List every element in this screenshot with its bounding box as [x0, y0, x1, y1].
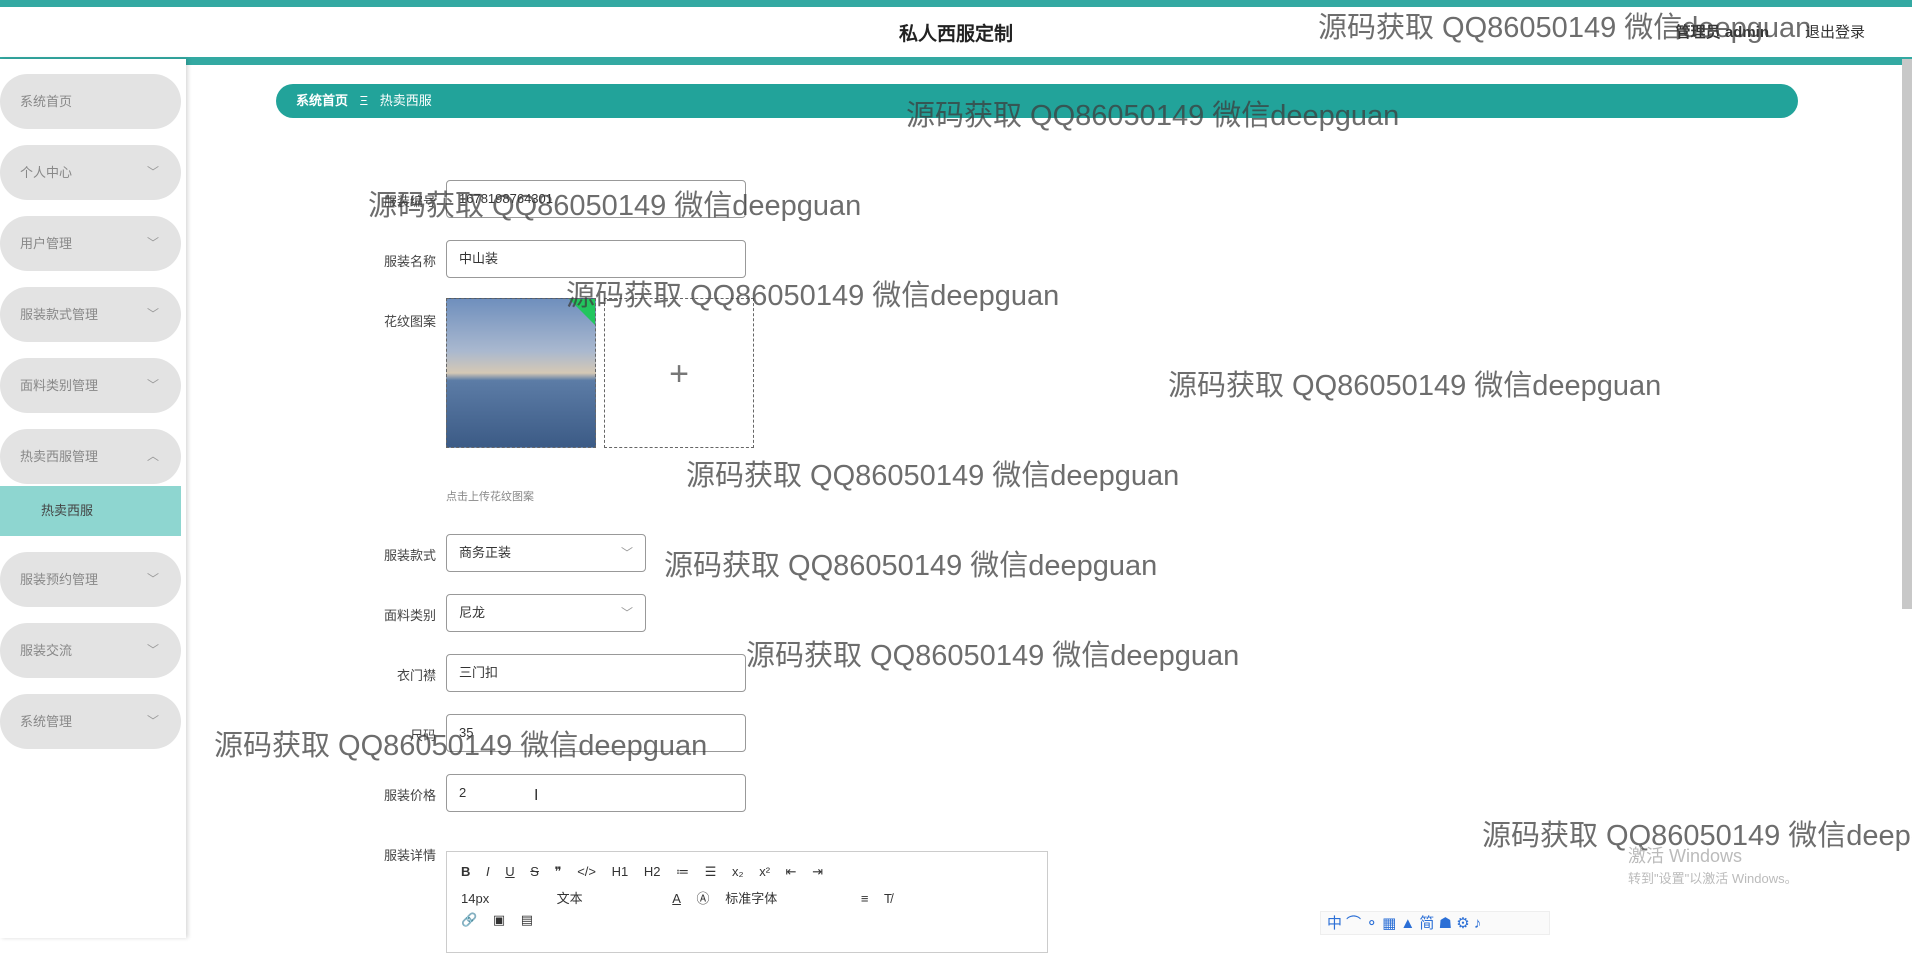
sidebar-item-fabric-management[interactable]: 面料类别管理 ﹀: [0, 358, 181, 413]
h1-icon[interactable]: H1: [612, 864, 629, 879]
admin-label: 管理员 admin: [1675, 24, 1769, 41]
name-label: 服装名称: [383, 254, 436, 269]
breadcrumb-separator-icon: Ξ: [359, 93, 369, 108]
h2-icon[interactable]: H2: [644, 864, 661, 879]
indent-icon[interactable]: ⇥: [812, 864, 823, 880]
underline-icon[interactable]: U: [505, 864, 514, 879]
size-label: 尺码: [409, 728, 436, 743]
sidebar-item-personal-center[interactable]: 个人中心 ﹀: [0, 145, 181, 200]
video-icon[interactable]: ▤: [521, 912, 533, 928]
background-color-icon[interactable]: Ⓐ: [697, 888, 710, 907]
breadcrumb: 系统首页 Ξ 热卖西服: [276, 84, 1798, 118]
bold-icon[interactable]: B: [461, 864, 470, 879]
fabric-select-value: 尼龙: [459, 605, 486, 620]
editor-toolbar-row1: B I U S ❞ </> H1 H2 ≔ ☰ x₂ x² ⇤ ⇥: [461, 864, 835, 880]
details-label: 服装详情: [383, 848, 436, 863]
sidebar-item-style-management[interactable]: 服装款式管理 ﹀: [0, 287, 181, 342]
chevron-down-icon: ﹀: [146, 378, 159, 392]
bullet-list-icon[interactable]: ☰: [705, 864, 717, 880]
sidebar-item-label: 系统首页: [20, 94, 73, 109]
upload-add-button[interactable]: +: [604, 298, 754, 448]
strike-icon[interactable]: S: [530, 864, 539, 879]
image-icon[interactable]: ▣: [493, 912, 505, 928]
sidebar-item-user-management[interactable]: 用户管理 ﹀: [0, 216, 181, 271]
superscript-icon[interactable]: x²: [759, 864, 770, 879]
text-cursor-icon: I: [534, 787, 539, 804]
sidebar-item-label: 个人中心: [20, 165, 73, 180]
scrollbar[interactable]: [1902, 59, 1912, 609]
chevron-down-icon: ﹀: [146, 165, 159, 179]
watermark-text: 源码获取 QQ86050149 微信deepguan: [1168, 370, 1662, 402]
watermark-text: 源码获取 QQ86050149 微信deepguan: [664, 550, 1158, 582]
top-accent-bar: [0, 0, 1912, 7]
sidebar-item-system-management[interactable]: 系统管理 ﹀: [0, 694, 181, 749]
breadcrumb-home[interactable]: 系统首页: [296, 93, 348, 108]
sidebar-item-label: 热卖西服管理: [20, 449, 99, 464]
sidebar-subitem-hot-suits[interactable]: 热卖西服: [0, 486, 181, 536]
chevron-down-icon: ﹀: [620, 606, 633, 620]
clear-format-icon[interactable]: T̸: [884, 891, 892, 906]
price-label: 服装价格: [383, 788, 436, 803]
sidebar-item-label: 服装交流: [20, 643, 73, 658]
sidebar-item-label: 系统管理: [20, 714, 73, 729]
windows-activation-subtitle: 转到"设置"以激活 Windows。: [1628, 871, 1798, 886]
editor-toolbar-row3: 🔗 ▣ ▤: [461, 912, 545, 928]
chevron-down-icon: ﹀: [146, 643, 159, 657]
chevron-down-icon: ﹀: [146, 572, 159, 586]
pattern-image[interactable]: [446, 298, 596, 448]
ordered-list-icon[interactable]: ≔: [676, 864, 689, 880]
placket-field[interactable]: 三门扣: [446, 654, 746, 692]
code-field[interactable]: 1678198764301: [446, 180, 746, 218]
quote-icon[interactable]: ❞: [555, 864, 562, 880]
logout-button[interactable]: 退出登录: [1805, 21, 1865, 42]
sidebar-item-label: 服装款式管理: [20, 307, 99, 322]
font-color-icon[interactable]: A: [672, 891, 681, 906]
upload-hint: 点击上传花纹图案: [446, 491, 534, 503]
sidebar-item-home[interactable]: 系统首页: [0, 74, 181, 129]
success-corner-icon: [568, 299, 595, 326]
header: 私人西服定制 管理员 admin 退出登录: [0, 7, 1912, 65]
sidebar-item-reservation-management[interactable]: 服装预约管理 ﹀: [0, 552, 181, 607]
price-field[interactable]: 2: [446, 774, 746, 812]
chevron-down-icon: ﹀: [146, 714, 159, 728]
windows-activation-title: 激活 Windows: [1628, 846, 1743, 866]
chevron-down-icon: ﹀: [146, 307, 159, 321]
sidebar-item-label: 服装预约管理: [20, 572, 99, 587]
align-icon[interactable]: ≡: [861, 891, 869, 906]
fabric-label: 面料类别: [383, 608, 436, 623]
app-title: 私人西服定制: [898, 24, 1013, 45]
name-field[interactable]: 中山装: [446, 240, 746, 278]
sidebar: 系统首页 个人中心 ﹀ 用户管理 ﹀ 服装款式管理 ﹀ 面料类别管理 ﹀ 热卖西服管理 ︿…: [0, 59, 186, 938]
style-select[interactable]: 商务正装 ﹀: [446, 534, 646, 572]
style-label: 服装款式: [383, 548, 436, 563]
font-size-select[interactable]: 14px: [461, 891, 541, 906]
text-type-select[interactable]: 文本: [557, 888, 657, 907]
font-family-select[interactable]: 标准字体: [725, 888, 845, 907]
code-label: 服装编号: [383, 194, 436, 209]
code-icon[interactable]: </>: [577, 864, 596, 879]
style-select-value: 商务正装: [459, 545, 512, 560]
placket-label: 衣门襟: [396, 668, 436, 683]
sidebar-item-communication[interactable]: 服装交流 ﹀: [0, 623, 181, 678]
chevron-down-icon: ﹀: [620, 546, 633, 560]
italic-icon[interactable]: I: [486, 864, 490, 879]
pattern-label: 花纹图案: [383, 314, 436, 329]
link-icon[interactable]: 🔗: [461, 912, 477, 928]
outdent-icon[interactable]: ⇤: [786, 864, 797, 880]
sidebar-item-hot-suits-management[interactable]: 热卖西服管理 ︿: [0, 429, 181, 484]
sidebar-item-label: 用户管理: [20, 236, 73, 251]
editor-toolbar-row2: 14px 文本 A Ⓐ 标准字体 ≡ T̸: [461, 888, 904, 907]
breadcrumb-current: 热卖西服: [379, 93, 432, 108]
subscript-icon[interactable]: x₂: [732, 864, 744, 879]
system-tray[interactable]: 中 ⌒ ⚬ ▦ ▲ 简 ☗ ⚙ ♪: [1320, 911, 1550, 935]
watermark-text: 源码获取 QQ86050149 微信deepguan: [746, 640, 1240, 672]
size-field[interactable]: 35: [446, 714, 746, 752]
watermark-text: 源码获取 QQ86050149 微信deepguan: [686, 460, 1180, 492]
fabric-select[interactable]: 尼龙 ﹀: [446, 594, 646, 632]
chevron-down-icon: ﹀: [146, 236, 159, 250]
sidebar-item-label: 面料类别管理: [20, 378, 99, 393]
chevron-up-icon: ︿: [146, 449, 159, 463]
